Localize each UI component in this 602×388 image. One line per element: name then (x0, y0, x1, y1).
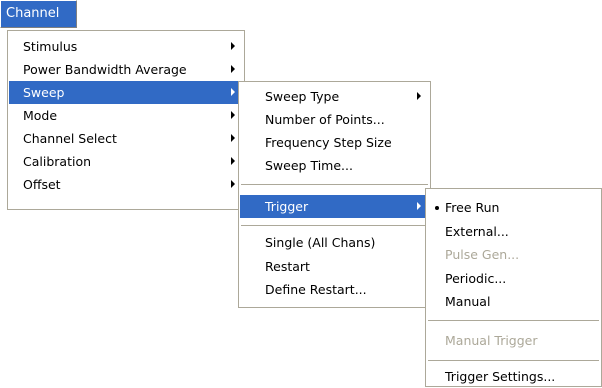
menu-item-manual[interactable]: Manual (427, 290, 600, 313)
menu-separator (428, 360, 599, 361)
menu-item-label: Periodic... (445, 271, 507, 286)
submenu-arrow-icon (417, 202, 421, 210)
menu-item-label: Free Run (445, 200, 500, 215)
menu-item-channel-select[interactable]: Channel Select (9, 127, 243, 150)
menu-item-label: Sweep (23, 85, 65, 100)
channel-menu: Stimulus Power Bandwidth Average Sweep M… (7, 30, 245, 210)
menu-separator (241, 225, 428, 226)
menu-item-label: Define Restart... (265, 282, 367, 297)
menu-item-label: Trigger (265, 199, 309, 214)
menu-item-label: External... (445, 224, 509, 239)
menu-item-label: Sweep Type (265, 89, 340, 104)
menu-item-label: Channel Select (23, 131, 117, 146)
menu-item-periodic[interactable]: Periodic... (427, 267, 600, 290)
menu-item-sweep[interactable]: Sweep (9, 81, 243, 104)
menu-item-sweep-time[interactable]: Sweep Time... (240, 154, 429, 177)
menu-item-offset[interactable]: Offset (9, 173, 243, 196)
menu-item-pulse-gen: Pulse Gen... (427, 243, 600, 266)
menu-item-label: Single (All Chans) (265, 235, 376, 250)
menu-item-label: Calibration (23, 154, 92, 169)
menu-item-label: Mode (23, 108, 58, 123)
menu-item-trigger-settings[interactable]: Trigger Settings... (427, 365, 600, 388)
menu-item-external[interactable]: External... (427, 220, 600, 243)
menu-item-label: Power Bandwidth Average (23, 62, 187, 77)
menu-item-restart[interactable]: Restart (240, 255, 429, 278)
menu-separator (241, 184, 428, 185)
submenu-arrow-icon (231, 180, 235, 188)
trigger-submenu: Free Run External... Pulse Gen... Period… (425, 188, 602, 387)
menu-item-single-all-chans[interactable]: Single (All Chans) (240, 231, 429, 254)
radio-bullet-icon (435, 206, 439, 210)
menu-item-label: Restart (265, 259, 310, 274)
submenu-arrow-icon (231, 111, 235, 119)
submenu-arrow-icon (231, 65, 235, 73)
menu-item-stimulus[interactable]: Stimulus (9, 35, 243, 58)
menu-item-label: Pulse Gen... (445, 247, 520, 262)
menu-separator (428, 320, 599, 321)
menu-item-label: Frequency Step Size (265, 135, 392, 150)
menu-item-label: Sweep Time... (265, 158, 353, 173)
menu-item-label: Number of Points... (265, 112, 385, 127)
submenu-arrow-icon (417, 92, 421, 100)
menu-item-free-run[interactable]: Free Run (427, 196, 600, 219)
menu-item-manual-trigger: Manual Trigger (427, 329, 600, 352)
menu-item-number-of-points[interactable]: Number of Points... (240, 108, 429, 131)
submenu-arrow-icon (231, 88, 235, 96)
sweep-submenu: Sweep Type Number of Points... Frequency… (238, 81, 431, 308)
submenu-arrow-icon (231, 157, 235, 165)
menubar-item-channel[interactable]: Channel (0, 0, 77, 28)
menu-item-mode[interactable]: Mode (9, 104, 243, 127)
submenu-arrow-icon (231, 42, 235, 50)
menu-item-define-restart[interactable]: Define Restart... (240, 278, 429, 301)
menu-item-label: Trigger Settings... (445, 369, 556, 384)
menu-item-trigger[interactable]: Trigger (240, 195, 429, 218)
menu-item-label: Manual (445, 294, 491, 309)
menu-item-calibration[interactable]: Calibration (9, 150, 243, 173)
submenu-arrow-icon (231, 134, 235, 142)
menu-item-power-bandwidth-average[interactable]: Power Bandwidth Average (9, 58, 243, 81)
menu-item-label: Stimulus (23, 39, 78, 54)
menu-item-label: Manual Trigger (445, 333, 538, 348)
menu-item-frequency-step-size[interactable]: Frequency Step Size (240, 131, 429, 154)
menu-item-label: Offset (23, 177, 61, 192)
menu-item-sweep-type[interactable]: Sweep Type (240, 85, 429, 108)
